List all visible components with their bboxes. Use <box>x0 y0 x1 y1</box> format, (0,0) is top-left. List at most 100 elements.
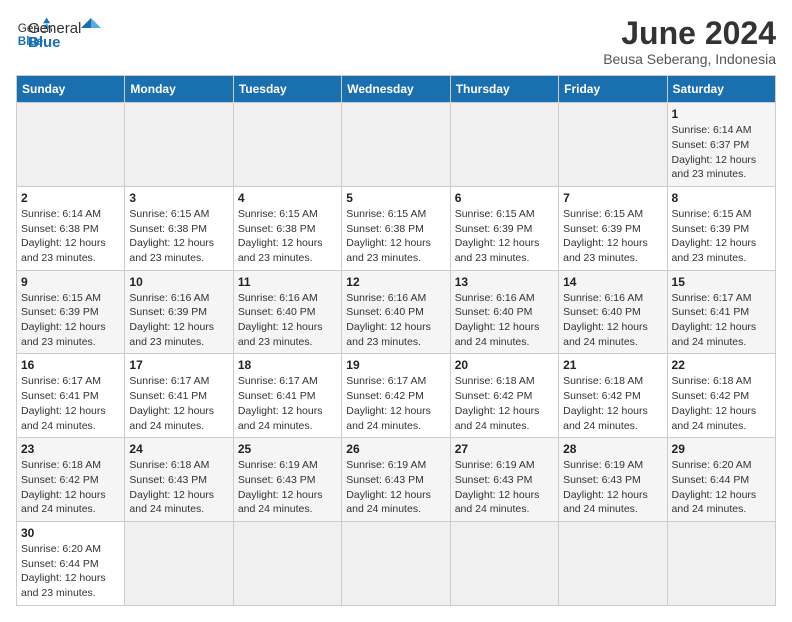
calendar-cell: 22Sunrise: 6:18 AMSunset: 6:42 PMDayligh… <box>667 354 775 438</box>
day-info: Sunrise: 6:14 AMSunset: 6:37 PMDaylight:… <box>672 123 771 182</box>
day-number: 23 <box>21 442 120 456</box>
day-info: Sunrise: 6:17 AMSunset: 6:41 PMDaylight:… <box>129 374 228 433</box>
calendar-cell: 21Sunrise: 6:18 AMSunset: 6:42 PMDayligh… <box>559 354 667 438</box>
day-info: Sunrise: 6:18 AMSunset: 6:42 PMDaylight:… <box>21 458 120 517</box>
calendar-cell <box>342 103 450 187</box>
day-info: Sunrise: 6:18 AMSunset: 6:42 PMDaylight:… <box>563 374 662 433</box>
day-number: 17 <box>129 358 228 372</box>
calendar-cell: 8 Sunrise: 6:15 AMSunset: 6:39 PMDaylight… <box>667 186 775 270</box>
day-number: 11 <box>238 275 337 289</box>
calendar-cell: 26Sunrise: 6:19 AMSunset: 6:43 PMDayligh… <box>342 438 450 522</box>
calendar-title: June 2024 <box>603 16 776 51</box>
day-info: Sunrise: 6:16 AMSunset: 6:40 PMDaylight:… <box>346 291 445 350</box>
day-info: Sunrise: 6:17 AMSunset: 6:42 PMDaylight:… <box>346 374 445 433</box>
day-number: 14 <box>563 275 662 289</box>
day-number: 6 <box>455 191 554 205</box>
header-thursday: Thursday <box>450 76 558 103</box>
logo-triangle-icon <box>81 18 101 38</box>
day-number: 25 <box>238 442 337 456</box>
day-info: Sunrise: 6:19 AMSunset: 6:43 PMDaylight:… <box>563 458 662 517</box>
calendar-week-row: 16 Sunrise: 6:17 AMSunset: 6:41 PMDayligh… <box>17 354 776 438</box>
calendar-cell <box>559 103 667 187</box>
day-info: Sunrise: 6:15 AMSunset: 6:38 PMDaylight:… <box>238 207 337 266</box>
day-info: Sunrise: 6:15 AMSunset: 6:38 PMDaylight:… <box>346 207 445 266</box>
calendar-cell: 27Sunrise: 6:19 AMSunset: 6:43 PMDayligh… <box>450 438 558 522</box>
day-number: 28 <box>563 442 662 456</box>
calendar-cell: 15Sunrise: 6:17 AMSunset: 6:41 PMDayligh… <box>667 270 775 354</box>
calendar-cell: 4 Sunrise: 6:15 AMSunset: 6:38 PMDaylight… <box>233 186 341 270</box>
day-number: 12 <box>346 275 445 289</box>
day-info: Sunrise: 6:16 AMSunset: 6:39 PMDaylight:… <box>129 291 228 350</box>
calendar-cell <box>342 521 450 605</box>
calendar-cell <box>17 103 125 187</box>
day-info: Sunrise: 6:20 AMSunset: 6:44 PMDaylight:… <box>21 542 120 601</box>
logo: General Blue General Blue <box>16 16 101 52</box>
calendar-cell: 6 Sunrise: 6:15 AMSunset: 6:39 PMDaylight… <box>450 186 558 270</box>
day-info: Sunrise: 6:16 AMSunset: 6:40 PMDaylight:… <box>563 291 662 350</box>
day-info: Sunrise: 6:18 AMSunset: 6:42 PMDaylight:… <box>455 374 554 433</box>
day-number: 22 <box>672 358 771 372</box>
calendar-cell: 3 Sunrise: 6:15 AMSunset: 6:38 PMDaylight… <box>125 186 233 270</box>
day-number: 2 <box>21 191 120 205</box>
day-number: 18 <box>238 358 337 372</box>
day-number: 3 <box>129 191 228 205</box>
calendar-cell <box>450 521 558 605</box>
calendar-cell: 19 Sunrise: 6:17 AMSunset: 6:42 PMDayligh… <box>342 354 450 438</box>
calendar-cell <box>667 521 775 605</box>
calendar-cell <box>559 521 667 605</box>
calendar-cell: 17 Sunrise: 6:17 AMSunset: 6:41 PMDayligh… <box>125 354 233 438</box>
calendar-cell: 23 Sunrise: 6:18 AMSunset: 6:42 PMDayligh… <box>17 438 125 522</box>
calendar-cell: 11Sunrise: 6:16 AMSunset: 6:40 PMDayligh… <box>233 270 341 354</box>
calendar-cell: 2 Sunrise: 6:14 AMSunset: 6:38 PMDaylight… <box>17 186 125 270</box>
calendar-cell: 10 Sunrise: 6:16 AMSunset: 6:39 PMDayligh… <box>125 270 233 354</box>
header-sunday: Sunday <box>17 76 125 103</box>
day-number: 29 <box>672 442 771 456</box>
calendar-cell <box>233 521 341 605</box>
day-number: 7 <box>563 191 662 205</box>
day-info: Sunrise: 6:15 AMSunset: 6:39 PMDaylight:… <box>672 207 771 266</box>
day-info: Sunrise: 6:15 AMSunset: 6:38 PMDaylight:… <box>129 207 228 266</box>
day-number: 1 <box>672 107 771 121</box>
day-info: Sunrise: 6:19 AMSunset: 6:43 PMDaylight:… <box>238 458 337 517</box>
calendar-cell: 16 Sunrise: 6:17 AMSunset: 6:41 PMDayligh… <box>17 354 125 438</box>
calendar-cell <box>125 103 233 187</box>
calendar-cell: 7 Sunrise: 6:15 AMSunset: 6:39 PMDaylight… <box>559 186 667 270</box>
day-info: Sunrise: 6:18 AMSunset: 6:43 PMDaylight:… <box>129 458 228 517</box>
day-info: Sunrise: 6:14 AMSunset: 6:38 PMDaylight:… <box>21 207 120 266</box>
day-number: 9 <box>21 275 120 289</box>
calendar-subtitle: Beusa Seberang, Indonesia <box>603 51 776 67</box>
calendar-cell: 14 Sunrise: 6:16 AMSunset: 6:40 PMDayligh… <box>559 270 667 354</box>
header-friday: Friday <box>559 76 667 103</box>
calendar-cell: 12 Sunrise: 6:16 AMSunset: 6:40 PMDayligh… <box>342 270 450 354</box>
day-info: Sunrise: 6:19 AMSunset: 6:43 PMDaylight:… <box>346 458 445 517</box>
day-info: Sunrise: 6:16 AMSunset: 6:40 PMDaylight:… <box>455 291 554 350</box>
day-number: 5 <box>346 191 445 205</box>
title-area: June 2024 Beusa Seberang, Indonesia <box>603 16 776 67</box>
day-number: 10 <box>129 275 228 289</box>
calendar-cell: 9Sunrise: 6:15 AMSunset: 6:39 PMDaylight… <box>17 270 125 354</box>
header-wednesday: Wednesday <box>342 76 450 103</box>
calendar-header-row: Sunday Monday Tuesday Wednesday Thursday… <box>17 76 776 103</box>
day-number: 16 <box>21 358 120 372</box>
day-number: 4 <box>238 191 337 205</box>
day-info: Sunrise: 6:19 AMSunset: 6:43 PMDaylight:… <box>455 458 554 517</box>
day-info: Sunrise: 6:17 AMSunset: 6:41 PMDaylight:… <box>21 374 120 433</box>
day-info: Sunrise: 6:15 AMSunset: 6:39 PMDaylight:… <box>455 207 554 266</box>
calendar-table: Sunday Monday Tuesday Wednesday Thursday… <box>16 75 776 606</box>
day-info: Sunrise: 6:15 AMSunset: 6:39 PMDaylight:… <box>563 207 662 266</box>
header-saturday: Saturday <box>667 76 775 103</box>
calendar-cell: 28 Sunrise: 6:19 AMSunset: 6:43 PMDayligh… <box>559 438 667 522</box>
calendar-cell <box>233 103 341 187</box>
day-number: 24 <box>129 442 228 456</box>
calendar-cell: 24 Sunrise: 6:18 AMSunset: 6:43 PMDayligh… <box>125 438 233 522</box>
day-number: 19 <box>346 358 445 372</box>
day-number: 8 <box>672 191 771 205</box>
calendar-cell: 5 Sunrise: 6:15 AMSunset: 6:38 PMDaylight… <box>342 186 450 270</box>
page-header: General Blue General Blue June 2024 Beus… <box>16 16 776 67</box>
day-info: Sunrise: 6:17 AMSunset: 6:41 PMDaylight:… <box>238 374 337 433</box>
calendar-cell <box>125 521 233 605</box>
calendar-cell: 29Sunrise: 6:20 AMSunset: 6:44 PMDayligh… <box>667 438 775 522</box>
calendar-week-row: 1 Sunrise: 6:14 AMSunset: 6:37 PMDaylight… <box>17 103 776 187</box>
calendar-cell: 20Sunrise: 6:18 AMSunset: 6:42 PMDayligh… <box>450 354 558 438</box>
calendar-week-row: 30Sunrise: 6:20 AMSunset: 6:44 PMDayligh… <box>17 521 776 605</box>
